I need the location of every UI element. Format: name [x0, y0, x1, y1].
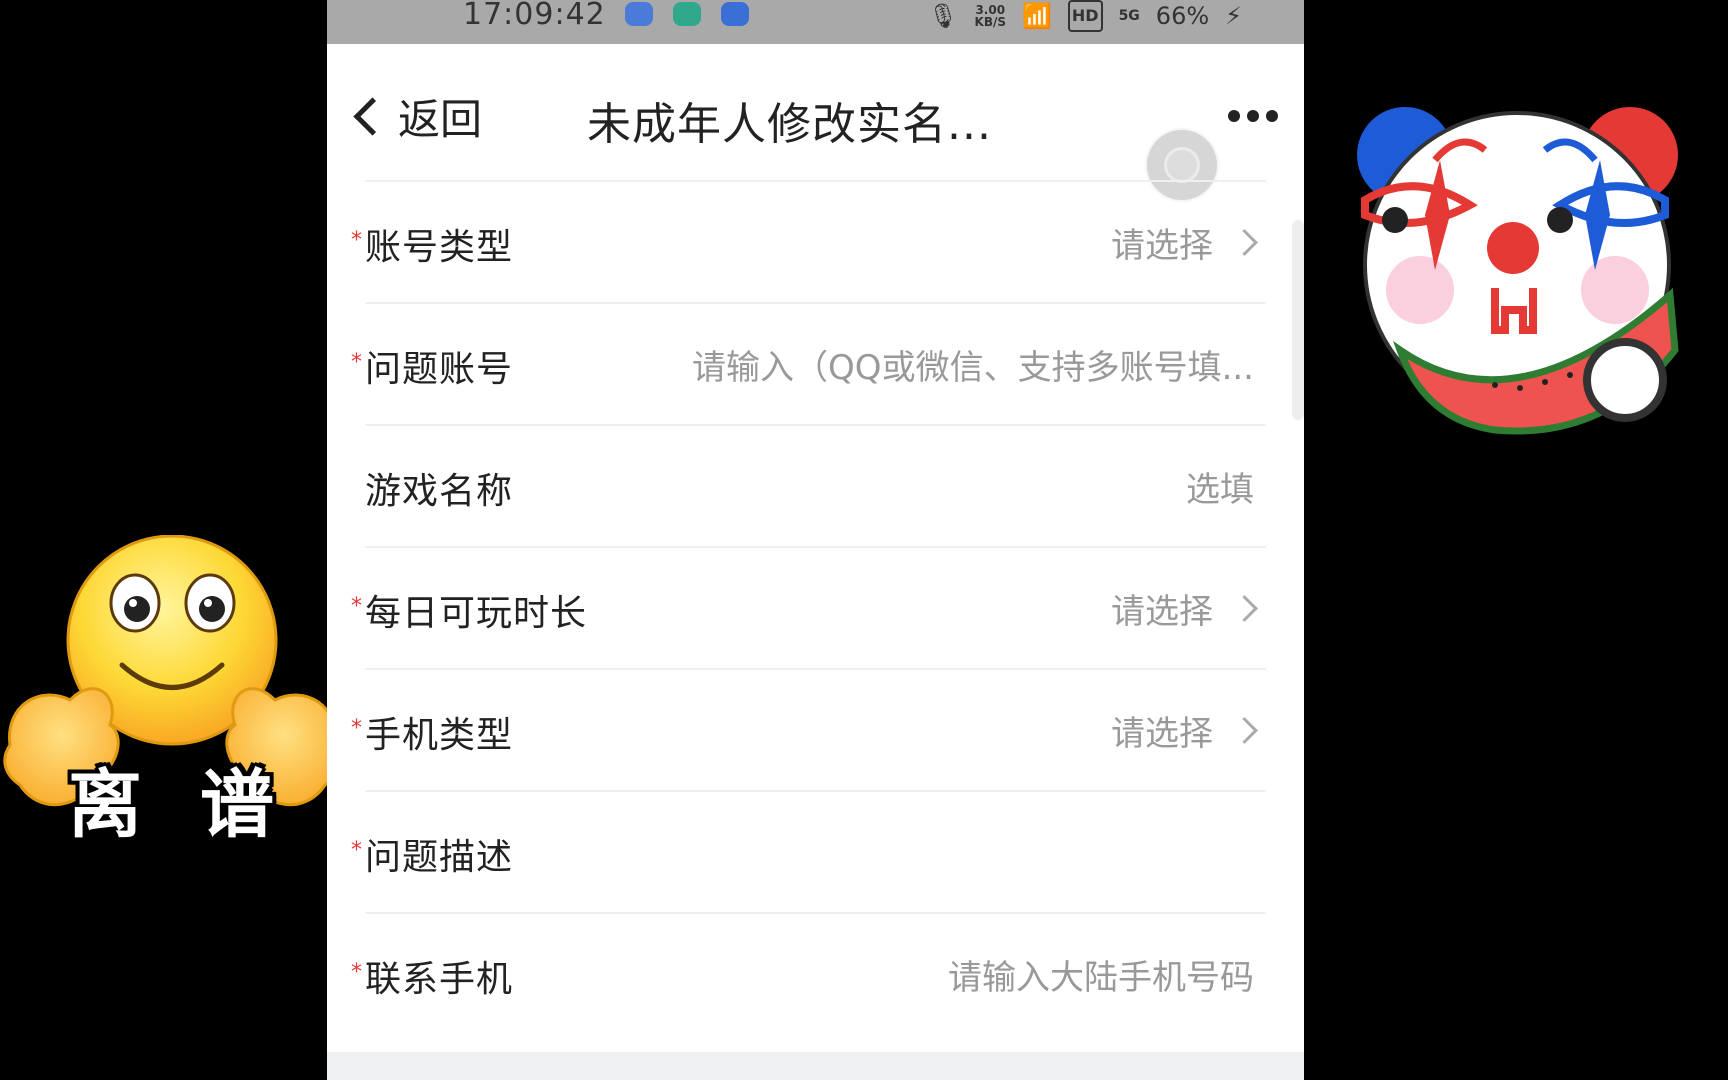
form-row-game-name[interactable]: 游戏名称 选填	[365, 426, 1266, 548]
daily-playtime-label: 每日可玩时长	[365, 593, 588, 634]
form-row-account-type[interactable]: * 账号类型 请选择	[351, 182, 1266, 304]
network-speed: 3.00 KB/S	[975, 4, 1006, 28]
chevron-right-icon	[1231, 717, 1258, 744]
scrollbar[interactable]	[1292, 220, 1304, 420]
chevron-right-icon	[1231, 229, 1258, 256]
problem-account-placeholder: 请输入（QQ或微信、支持多账号填...	[692, 348, 1254, 388]
form-row-problem-account[interactable]: * 问题账号 请输入（QQ或微信、支持多账号填...	[351, 304, 1266, 426]
clown-face-icon	[1357, 107, 1679, 435]
more-dot-icon	[1266, 110, 1278, 122]
sticker-caption: 离谱	[68, 762, 332, 848]
daily-playtime-placeholder: 请选择	[1111, 592, 1213, 632]
more-dot-icon	[1228, 110, 1240, 122]
shield-app-icon	[673, 2, 701, 26]
status-bar: 17:09:42 🎙 3.00 KB/S 📶 HD 5G 66% ⚡	[327, 0, 1304, 44]
phone-type-label: 手机类型	[365, 715, 514, 756]
form-row-daily-playtime[interactable]: * 每日可玩时长 请选择	[351, 548, 1266, 670]
network-speed-unit: KB/S	[974, 15, 1006, 29]
contact-phone-input[interactable]: 请输入大陆手机号码	[948, 950, 1254, 999]
bottom-section-divider	[327, 1052, 1304, 1080]
account-type-label: 账号类型	[365, 227, 514, 268]
chevron-right-icon	[1231, 595, 1258, 622]
back-label: 返回	[398, 95, 483, 144]
game-name-placeholder: 选填	[1186, 470, 1254, 510]
more-dot-icon	[1247, 110, 1259, 122]
required-mark: *	[351, 350, 362, 375]
phone-type-select[interactable]: 请选择	[1111, 706, 1258, 755]
form-row-problem-description[interactable]: * 问题描述	[351, 792, 1266, 914]
account-type-placeholder: 请选择	[1111, 226, 1213, 266]
daily-playtime-select[interactable]: 请选择	[1111, 584, 1258, 633]
contact-phone-label: 联系手机	[365, 959, 514, 1000]
phone-type-placeholder: 请选择	[1111, 714, 1213, 754]
problem-account-input[interactable]: 请输入（QQ或微信、支持多账号填...	[692, 340, 1254, 389]
battery-level: 66%	[1155, 2, 1210, 30]
game-name-input[interactable]: 选填	[1186, 462, 1254, 511]
form-row-phone-type[interactable]: * 手机类型 请选择	[351, 670, 1266, 792]
feedback-form: * 账号类型 请选择 * 问题账号 请输入（QQ或微信、支持多账号填... 游戏…	[351, 180, 1266, 1034]
required-mark: *	[351, 594, 362, 619]
required-mark: *	[351, 960, 362, 985]
game-name-label: 游戏名称	[365, 471, 514, 512]
hd-icon: HD	[1067, 0, 1103, 32]
page-title: 未成年人修改实名...	[587, 99, 992, 150]
status-time: 17:09:42	[463, 0, 606, 32]
required-mark: *	[351, 716, 362, 741]
problem-account-label: 问题账号	[365, 349, 514, 390]
back-button[interactable]: 返回	[351, 86, 482, 147]
more-options-button[interactable]	[1228, 110, 1278, 122]
window-app-icon	[721, 2, 749, 26]
charging-icon: ⚡	[1225, 2, 1242, 30]
status-notification-icons	[625, 2, 749, 26]
status-indicators: 🎙 3.00 KB/S 📶 HD 5G 66% ⚡	[928, 0, 1242, 32]
smiley-sticker: 离谱	[0, 534, 345, 855]
cloud-app-icon	[625, 2, 653, 26]
phone-screen: 17:09:42 🎙 3.00 KB/S 📶 HD 5G 66% ⚡ 返回 未成…	[327, 0, 1304, 1080]
contact-phone-placeholder: 请输入大陆手机号码	[948, 958, 1254, 998]
chevron-left-icon	[353, 97, 392, 136]
screen: 离谱 17:09:42 🎙 3.00 KB/S 📶 HD 5G 66% ⚡ 返回…	[0, 0, 1728, 1080]
microphone-icon: 🎙	[928, 2, 959, 30]
form-row-contact-phone[interactable]: * 联系手机 请输入大陆手机号码	[351, 914, 1266, 1034]
account-type-select[interactable]: 请选择	[1111, 218, 1258, 267]
signal-5g-icon: 5G	[1118, 8, 1140, 24]
wifi-icon: 📶	[1022, 2, 1052, 30]
clown-sticker	[1345, 100, 1690, 450]
required-mark: *	[351, 838, 362, 863]
required-mark: *	[351, 228, 362, 253]
problem-description-label: 问题描述	[365, 837, 514, 878]
